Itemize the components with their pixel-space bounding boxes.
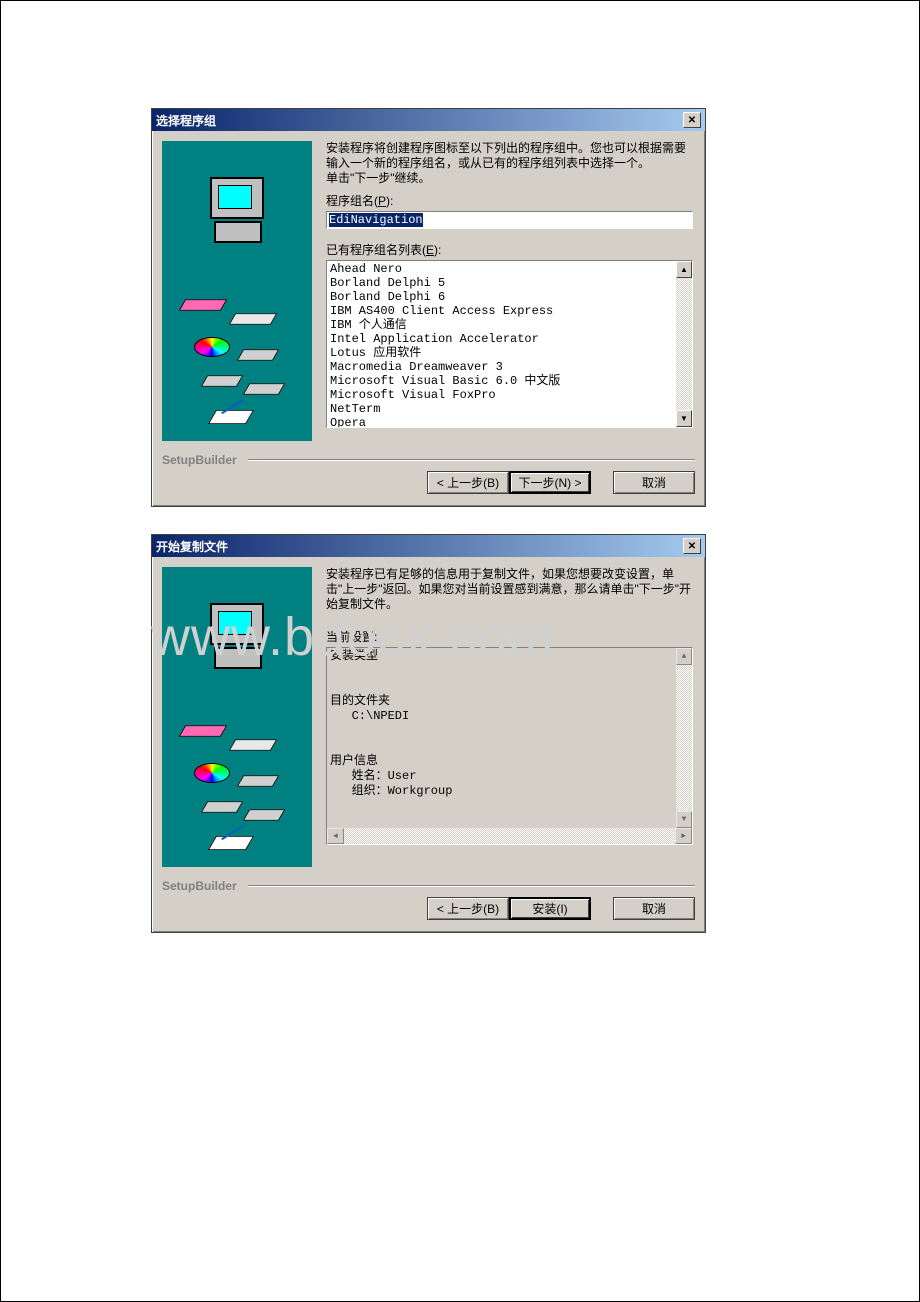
current-settings-box: 安装类型 目的文件夹 C:\NPEDI 用户信息 姓名：User 组织：Work… xyxy=(326,647,693,845)
scroll-left-button: ◄ xyxy=(327,828,344,844)
close-icon: ✕ xyxy=(688,541,696,552)
start-copy-files-dialog: 开始复制文件 ✕ 安装程序已有足够的信息用于复制文件，如果您想要改变设置，单击"… xyxy=(151,534,706,933)
scroll-track[interactable] xyxy=(344,828,675,844)
scroll-down-button[interactable]: ▼ xyxy=(676,410,692,427)
description-text: 安装程序已有足够的信息用于复制文件，如果您想要改变设置，单击"上一步"返回。如果… xyxy=(326,567,693,612)
scroll-right-button: ► xyxy=(675,828,692,844)
cancel-button[interactable]: 取消 xyxy=(613,471,695,494)
wizard-image xyxy=(162,567,312,867)
existing-groups-listbox[interactable]: Ahead Nero Borland Delphi 5 Borland Delp… xyxy=(326,260,676,428)
install-button[interactable]: 安装(I) xyxy=(509,897,591,920)
vertical-scrollbar[interactable]: ▲ ▼ xyxy=(676,260,693,428)
description-text: 安装程序将创建程序图标至以下列出的程序组中。您也可以根据需要输入一个新的程序组名… xyxy=(326,141,693,186)
titlebar[interactable]: 选择程序组 ✕ xyxy=(152,109,705,131)
setupbuilder-label: SetupBuilder xyxy=(152,451,705,471)
scroll-down-button: ▼ xyxy=(676,811,692,828)
vertical-scrollbar[interactable]: ▲ ▼ xyxy=(676,648,692,828)
existing-groups-label: 已有程序组名列表(E): xyxy=(326,241,693,258)
horizontal-scrollbar[interactable]: ◄ ► xyxy=(327,828,692,844)
back-button[interactable]: < 上一步(B) xyxy=(427,897,509,920)
dialog-title: 选择程序组 xyxy=(156,112,216,129)
group-name-label: 程序组名(P): xyxy=(326,192,693,209)
settings-text: 安装类型 目的文件夹 C:\NPEDI 用户信息 姓名：User 组织：Work… xyxy=(327,648,676,828)
current-settings-label: 当前设置: xyxy=(326,628,693,645)
group-name-input[interactable]: EdiNavigation xyxy=(326,211,693,229)
button-bar: < 上一步(B) 下一步(N) > 取消 xyxy=(152,471,705,506)
close-button[interactable]: ✕ xyxy=(683,538,701,554)
titlebar[interactable]: 开始复制文件 ✕ xyxy=(152,535,705,557)
scroll-track[interactable] xyxy=(676,665,692,811)
back-button[interactable]: < 上一步(B) xyxy=(427,471,509,494)
scroll-up-button[interactable]: ▲ xyxy=(676,261,692,278)
scroll-up-button: ▲ xyxy=(676,648,692,665)
cancel-button[interactable]: 取消 xyxy=(613,897,695,920)
group-name-value: EdiNavigation xyxy=(329,213,423,227)
scroll-track[interactable] xyxy=(676,278,692,410)
setupbuilder-label: SetupBuilder xyxy=(152,877,705,897)
next-button[interactable]: 下一步(N) > xyxy=(509,471,591,494)
button-bar: < 上一步(B) 安装(I) 取消 xyxy=(152,897,705,932)
dialog-title: 开始复制文件 xyxy=(156,538,228,555)
wizard-image xyxy=(162,141,312,441)
select-program-group-dialog: 选择程序组 ✕ 安装程序将创建程序图标至以下列出的程序组中。您也可以根据需要输入… xyxy=(151,108,706,507)
close-button[interactable]: ✕ xyxy=(683,112,701,128)
close-icon: ✕ xyxy=(688,115,696,126)
